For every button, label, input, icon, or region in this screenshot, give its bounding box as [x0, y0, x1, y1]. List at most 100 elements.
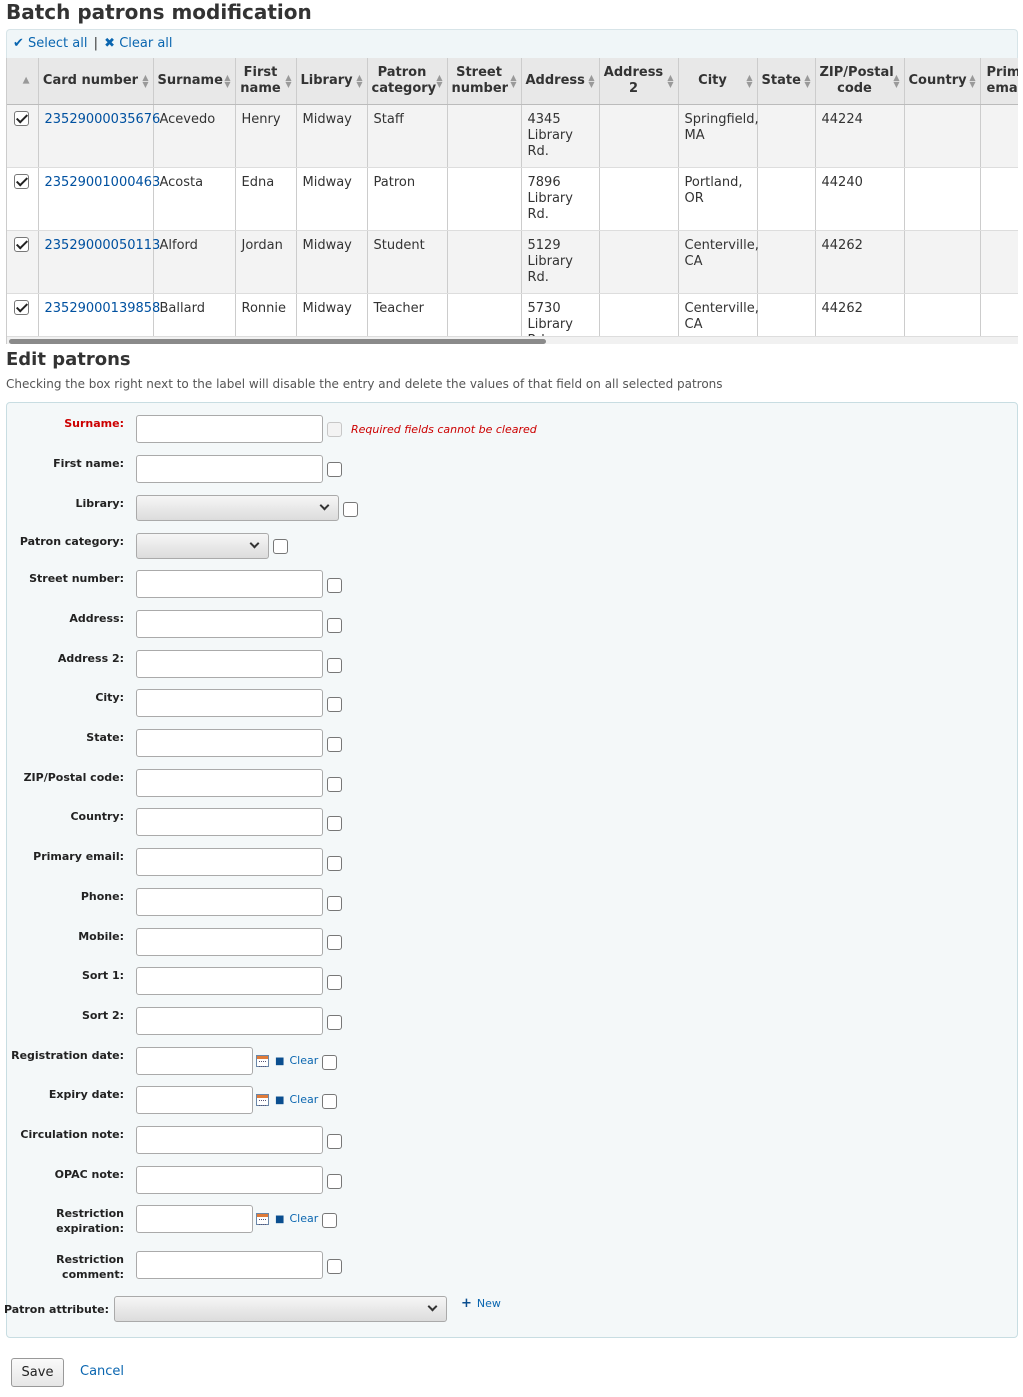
registration-date-clear-checkbox[interactable] [322, 1055, 337, 1070]
circulation-note-clear-checkbox[interactable] [327, 1134, 342, 1149]
column-header-patron-category[interactable]: Patron category ▲ ▼ [367, 58, 448, 105]
state-input[interactable] [136, 729, 323, 757]
category-cell: Patron [367, 167, 448, 231]
mobile-clear-checkbox[interactable] [327, 935, 342, 950]
country-clear-checkbox[interactable] [327, 816, 342, 831]
category-cell: Student [367, 230, 448, 294]
column-header-first-name[interactable]: First name ▲ ▼ [235, 58, 297, 105]
column-header-street-number[interactable]: Street number ▲ ▼ [447, 58, 522, 105]
restriction-expiration-clear-link[interactable]: ■ Clear [275, 1212, 318, 1225]
column-header-country[interactable]: Country ▲ ▼ [904, 58, 981, 105]
registration-date-clear-link[interactable]: ■ Clear [275, 1054, 318, 1067]
address-clear-checkbox[interactable] [327, 618, 342, 633]
card-number-cell[interactable]: 23529000050113 [38, 230, 160, 294]
expiry-date-clear-checkbox[interactable] [322, 1094, 337, 1109]
card-number-cell[interactable]: 23529001000463 [38, 167, 160, 231]
restriction-comment-clear-checkbox[interactable] [327, 1259, 342, 1274]
street-number-clear-checkbox[interactable] [327, 578, 342, 593]
city-input[interactable] [136, 689, 323, 717]
restriction-comment-input[interactable] [136, 1251, 323, 1279]
sort-2-label: Sort 2: [81, 1009, 124, 1022]
opac-note-input[interactable] [136, 1166, 323, 1194]
surname-label: Surname: [64, 417, 124, 430]
table-header-row: ▲ Card number ▲ ▼ Surname ▲ ▼ First name ▲ ▼ L… [7, 58, 1018, 105]
email-cell [980, 230, 1018, 294]
library-label: Library: [75, 497, 125, 510]
phone-input[interactable] [136, 888, 323, 916]
calendar-icon[interactable] [256, 1213, 269, 1225]
circulation-note-input[interactable] [136, 1126, 323, 1154]
address-2-clear-checkbox[interactable] [327, 658, 342, 673]
column-header-primary-email[interactable]: Primary email [980, 58, 1018, 105]
restriction-expiration-input[interactable] [136, 1205, 253, 1233]
street-number-input[interactable] [136, 570, 323, 598]
scrollbar-thumb[interactable] [9, 339, 546, 344]
city-clear-checkbox[interactable] [327, 697, 342, 712]
sort-1-label: Sort 1: [81, 969, 124, 982]
street-number-cell [447, 104, 522, 168]
column-header-city[interactable]: City ▲ ▼ [678, 58, 758, 105]
column-header-state[interactable]: State ▲ ▼ [757, 58, 816, 105]
registration-date-input[interactable] [136, 1047, 253, 1075]
library-select[interactable] [136, 495, 339, 521]
zip-input[interactable] [136, 769, 323, 797]
first-cell: Edna [235, 167, 297, 231]
calendar-icon[interactable] [256, 1055, 269, 1067]
row-select-cell[interactable] [7, 104, 39, 168]
row-checkbox[interactable] [14, 299, 29, 315]
sort-1-input[interactable] [136, 967, 323, 995]
opac-note-clear-checkbox[interactable] [327, 1174, 342, 1189]
sort-icon: ▲ ▼ [356, 72, 363, 89]
new-attribute-link[interactable]: + New [461, 1296, 501, 1311]
clear-all-link[interactable]: ✖ Clear all [104, 36, 172, 51]
column-header-library[interactable]: Library ▲ ▼ [296, 58, 368, 105]
patron-category-select[interactable] [136, 533, 269, 559]
patron-category-clear-checkbox[interactable] [273, 539, 288, 554]
zip-clear-checkbox[interactable] [327, 777, 342, 792]
patrons-table: ▲ Card number ▲ ▼ Surname ▲ ▼ First name ▲ ▼ L… [7, 58, 1018, 344]
first-name-input[interactable] [136, 455, 323, 483]
row-checkbox[interactable] [14, 236, 29, 252]
phone-clear-checkbox[interactable] [327, 896, 342, 911]
sort-1-clear-checkbox[interactable] [327, 975, 342, 990]
primary-email-input[interactable] [136, 848, 323, 876]
cancel-link[interactable]: Cancel [80, 1364, 124, 1379]
first-cell: Henry [235, 104, 297, 168]
patron-attribute-select[interactable] [114, 1296, 447, 1322]
column-header-address-2[interactable]: Address 2 ▲ ▼ [599, 58, 679, 105]
horizontal-scrollbar[interactable] [7, 336, 1018, 344]
library-clear-checkbox[interactable] [343, 502, 358, 517]
card-number-link[interactable]: 23529001000463 [45, 175, 161, 190]
mobile-input[interactable] [136, 928, 323, 956]
primary-email-clear-checkbox[interactable] [327, 856, 342, 871]
column-header-select[interactable]: ▲ [7, 58, 39, 105]
sort-icon: ▲ ▼ [588, 72, 595, 89]
row-select-cell[interactable] [7, 167, 39, 231]
address-input[interactable] [136, 610, 323, 638]
sort-2-clear-checkbox[interactable] [327, 1015, 342, 1030]
address-2-input[interactable] [136, 650, 323, 678]
table-row: 23529000050113 Alford Jordan Midway Student 5… [7, 230, 1018, 294]
column-header-surname[interactable]: Surname ▲ ▼ [153, 58, 236, 105]
row-checkbox[interactable] [14, 110, 29, 126]
row-select-cell[interactable] [7, 230, 39, 294]
column-header-address[interactable]: Address ▲ ▼ [521, 58, 600, 105]
first-name-clear-checkbox[interactable] [327, 462, 342, 477]
sort-2-input[interactable] [136, 1007, 323, 1035]
calendar-icon[interactable] [256, 1094, 269, 1106]
select-all-link[interactable]: ✔ Select all [13, 36, 87, 51]
row-checkbox[interactable] [14, 173, 29, 189]
card-number-link[interactable]: 23529000035676 [45, 112, 161, 127]
column-header-card-number[interactable]: Card number ▲ ▼ [38, 58, 154, 105]
state-clear-checkbox[interactable] [327, 737, 342, 752]
restriction-expiration-clear-checkbox[interactable] [322, 1213, 337, 1228]
card-number-cell[interactable]: 23529000035676 [38, 104, 160, 168]
surname-input[interactable] [136, 415, 323, 443]
card-number-link[interactable]: 23529000139858 [45, 301, 161, 316]
save-button[interactable]: Save [11, 1358, 64, 1387]
expiry-date-input[interactable] [136, 1086, 253, 1114]
card-number-link[interactable]: 23529000050113 [45, 238, 161, 253]
country-input[interactable] [136, 808, 323, 836]
column-header-zip[interactable]: ZIP/Postal code ▲ ▼ [815, 58, 905, 105]
expiry-date-clear-link[interactable]: ■ Clear [275, 1093, 318, 1106]
